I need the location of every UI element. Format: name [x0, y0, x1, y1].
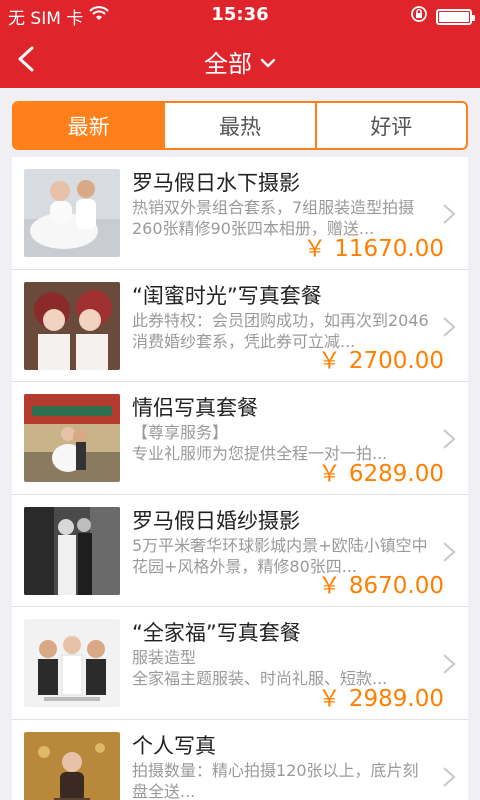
item-description: 拍摄数量：精心拍摄120张以上，底片刻盘全送... — [132, 760, 419, 800]
chevron-right-icon — [443, 541, 456, 562]
price-value: 2700.00 — [348, 348, 444, 374]
tab-newest[interactable]: 最新 — [14, 103, 164, 148]
currency-symbol: ￥ — [303, 235, 327, 262]
price-value: 8670.00 — [348, 573, 444, 599]
item-price: ￥ 11670.00 — [303, 229, 444, 263]
item-title: 个人写真 — [132, 733, 216, 758]
item-price: ￥ 2700.00 — [318, 341, 444, 375]
product-image — [24, 731, 120, 800]
tab-hottest[interactable]: 最热 — [163, 103, 314, 148]
chevron-right-icon — [443, 204, 456, 224]
product-image — [24, 619, 120, 707]
product-image — [24, 169, 120, 257]
chevron-right-icon — [443, 429, 456, 449]
battery-icon — [436, 8, 475, 25]
item-price: ￥ 2989.00 — [318, 679, 444, 713]
list-item[interactable]: 情侣写真套餐 【尊享服务】 专业礼服师为您提供全程一对一拍... ￥ 6289.0… — [12, 382, 468, 495]
price-value: 6289.00 — [348, 460, 444, 487]
orientation-lock-icon — [410, 5, 428, 28]
sort-tabs: 最新 最热 好评 — [12, 101, 468, 150]
product-image — [24, 394, 120, 482]
currency-symbol: ￥ — [317, 460, 341, 487]
chevron-right-icon — [443, 316, 456, 337]
product-image — [24, 281, 120, 370]
package-list: 罗马假日水下摄影 热销双外景组合套系，7组服装造型拍摄260张精修90张四本相册… — [12, 157, 468, 800]
list-item[interactable]: 个人写真 拍摄数量：精心拍摄120张以上，底片刻盘全送... — [12, 720, 468, 800]
price-value: 2989.00 — [348, 685, 444, 712]
nav-bar: 全部 — [0, 30, 480, 88]
list-item[interactable]: “闺蜜时光”写真套餐 此券特权：会员团购成功，如再次到2046消费婚纱套系，凭此… — [12, 270, 468, 382]
chevron-right-icon — [443, 766, 456, 787]
item-title: 罗马假日婚纱摄影 — [132, 508, 300, 533]
chevron-down-icon — [260, 58, 276, 67]
product-image — [24, 506, 120, 595]
list-item[interactable]: 罗马假日婚纱摄影 5万平米奢华环球影城内景+欧陆小镇空中花园+风格外景，精修80… — [12, 495, 468, 607]
currency-symbol: ￥ — [317, 573, 341, 599]
list-item[interactable]: 罗马假日水下摄影 热销双外景组合套系，7组服装造型拍摄260张精修90张四本相册… — [12, 157, 468, 270]
item-title: “闺蜜时光”写真套餐 — [132, 283, 322, 308]
price-value: 11670.00 — [334, 235, 444, 262]
status-right — [410, 5, 475, 28]
item-price: ￥ 8670.00 — [318, 566, 444, 600]
chevron-right-icon — [443, 654, 456, 674]
tab-best-rated[interactable]: 好评 — [314, 103, 466, 148]
status-bar: 无 SIM 卡 15:36 — [0, 0, 480, 30]
page-title: 全部 — [204, 50, 252, 78]
category-dropdown[interactable]: 全部 — [0, 44, 480, 79]
currency-symbol: ￥ — [317, 348, 341, 374]
list-item[interactable]: “全家福”写真套餐 服装造型 全家福主题服装、时尚礼服、短款... ￥ 2989.… — [12, 607, 468, 720]
item-price: ￥ 6289.00 — [318, 454, 444, 488]
item-title: “全家福”写真套餐 — [132, 621, 301, 645]
item-title: 罗马假日水下摄影 — [132, 171, 300, 195]
status-time: 15:36 — [211, 4, 269, 25]
currency-symbol: ￥ — [317, 685, 341, 712]
item-title: 情侣写真套餐 — [132, 396, 258, 420]
